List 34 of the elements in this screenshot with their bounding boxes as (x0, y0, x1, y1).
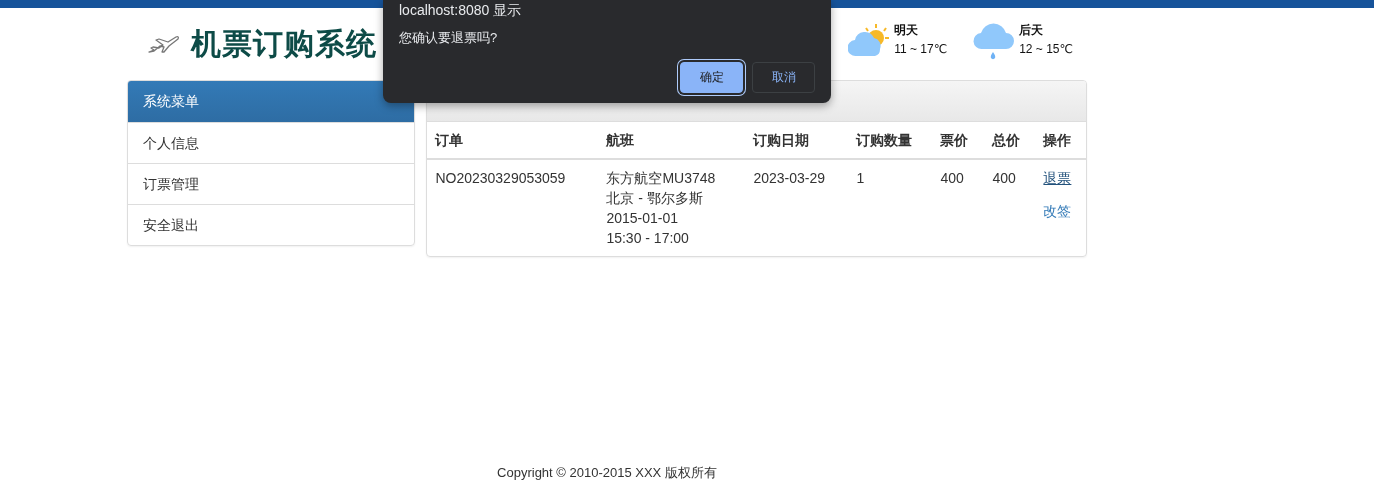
flight-info: 2015-01-01 (606, 209, 679, 228)
column-header: 订购日期 (745, 122, 849, 159)
action-link[interactable]: 退票 (1043, 168, 1078, 188)
flight-info: 东方航空MU3748 (606, 169, 717, 188)
table-cell: 1 (848, 159, 933, 256)
dialog-message: 您确认要退票吗? (399, 30, 498, 46)
flight-info: 15:30 - 17:00 (606, 229, 690, 248)
table-cell: 400 (984, 159, 1036, 256)
forecast-day: 后天 (1019, 21, 1073, 40)
column-header: 订购数量 (848, 122, 933, 159)
column-header: 票价 (932, 122, 985, 159)
copyright-text: Copyright © 2010-2015 XXX 版权所有 (497, 464, 717, 482)
dialog-title: localhost:8080 显示 (399, 2, 522, 18)
menu-item[interactable]: 安全退出 (128, 204, 415, 245)
flight-info: 北京 - 鄂尔多斯 (606, 189, 704, 208)
column-header: 订单 (427, 122, 599, 159)
sun-cloud-icon (848, 23, 891, 57)
site-title: 机票订购系统 (191, 25, 377, 62)
column-header: 总价 (984, 122, 1036, 159)
cancel-button[interactable]: 取消 (752, 62, 815, 93)
action-link[interactable]: 改签 (1043, 201, 1078, 221)
menu-item[interactable]: 个人信息 (128, 122, 415, 163)
table-cell: 400 (932, 159, 985, 256)
column-header: 航班 (598, 122, 746, 159)
column-header: 操作 (1035, 122, 1086, 159)
confirm-button[interactable]: 确定 (680, 62, 743, 93)
table-cell: NO20230329053059 (427, 159, 599, 256)
temperature-range: 12 ~ 15℃ (1019, 41, 1073, 58)
menu-item[interactable]: 订票管理 (128, 163, 415, 204)
menu-header: 系统菜单 (128, 81, 415, 122)
temperature-range: 11 ~ 17℃ (894, 41, 948, 58)
airplane-icon (147, 33, 181, 55)
forecast-day: 明天 (894, 21, 948, 40)
table-cell: 2023-03-29 (745, 159, 849, 256)
